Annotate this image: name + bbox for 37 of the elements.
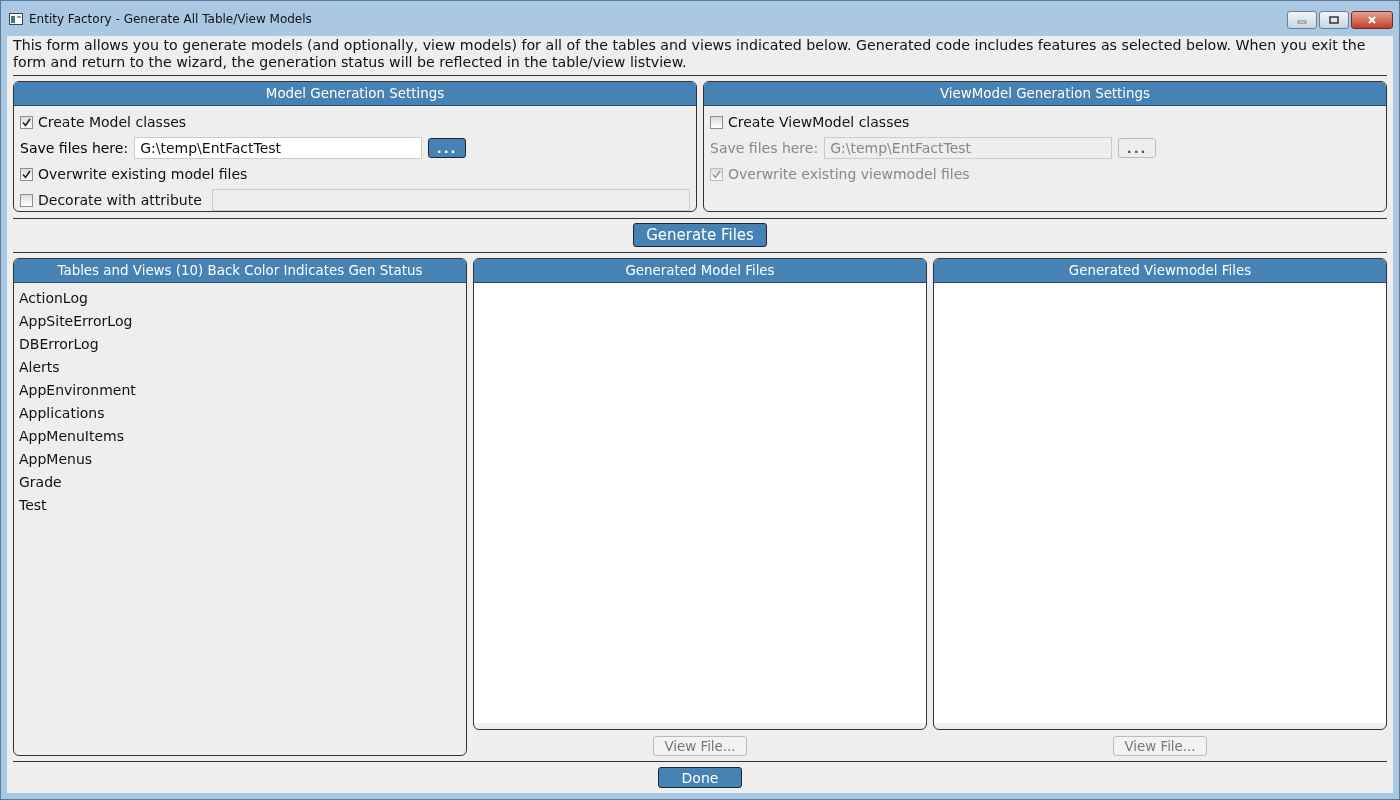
panel-header: Generated Viewmodel Files — [934, 259, 1386, 283]
list-item[interactable]: Alerts — [19, 356, 461, 379]
app-icon — [9, 12, 23, 25]
list-item[interactable]: Grade — [19, 471, 461, 494]
close-button[interactable] — [1351, 11, 1393, 29]
list-item[interactable]: AppMenuItems — [19, 425, 461, 448]
list-item[interactable]: AppMenus — [19, 448, 461, 471]
panel-header: Tables and Views (10) Back Color Indicates Gen Status — [14, 259, 466, 283]
list-item[interactable]: AppSiteErrorLog — [19, 310, 461, 333]
list-item[interactable]: DBErrorLog — [19, 333, 461, 356]
close-icon — [1367, 16, 1377, 24]
field-label: Save files here: — [710, 140, 819, 156]
checkbox[interactable]: Create ViewModel classes — [710, 109, 1380, 135]
checkmark-icon — [712, 169, 721, 179]
list-item[interactable]: ActionLog — [19, 287, 461, 310]
list-item[interactable]: AppEnvironment — [19, 379, 461, 402]
window-title: Entity Factory - Generate All Table/View Models — [29, 11, 312, 26]
done-button[interactable]: Done — [658, 767, 742, 788]
attribute-field[interactable] — [211, 189, 690, 211]
list-item[interactable]: Test — [19, 494, 461, 517]
checkbox[interactable]: Decorate with attribute — [20, 187, 202, 211]
field-label: Save files here: — [20, 140, 129, 156]
panel-header: Generated Model Files — [474, 259, 926, 283]
maximize-button[interactable] — [1319, 11, 1349, 29]
checkbox[interactable]: Overwrite existing model files — [20, 161, 690, 187]
checkbox[interactable]: Create Model classes — [20, 109, 690, 135]
list-item[interactable]: Applications — [19, 402, 461, 425]
restore-icon — [1329, 16, 1339, 24]
panel-header: ViewModel Generation Settings — [704, 82, 1386, 106]
checkmark-icon — [22, 117, 31, 127]
path-field[interactable]: G:\temp\EntFactTest — [134, 137, 423, 159]
browse-button[interactable]: ... — [428, 138, 467, 158]
panel-header: Model Generation Settings — [14, 82, 696, 106]
minimize-button[interactable] — [1287, 11, 1317, 29]
generate-files-button[interactable]: Generate Files — [633, 223, 767, 247]
checkmark-icon — [22, 169, 31, 179]
description-text: This form allows you to generate models (and optionally, view models) for all of the tables and views indicated below. Generated code includes features as selected below. When you exit the form and return to the wizard, the generation status will be reflected in the table/view listview. — [13, 37, 1367, 71]
